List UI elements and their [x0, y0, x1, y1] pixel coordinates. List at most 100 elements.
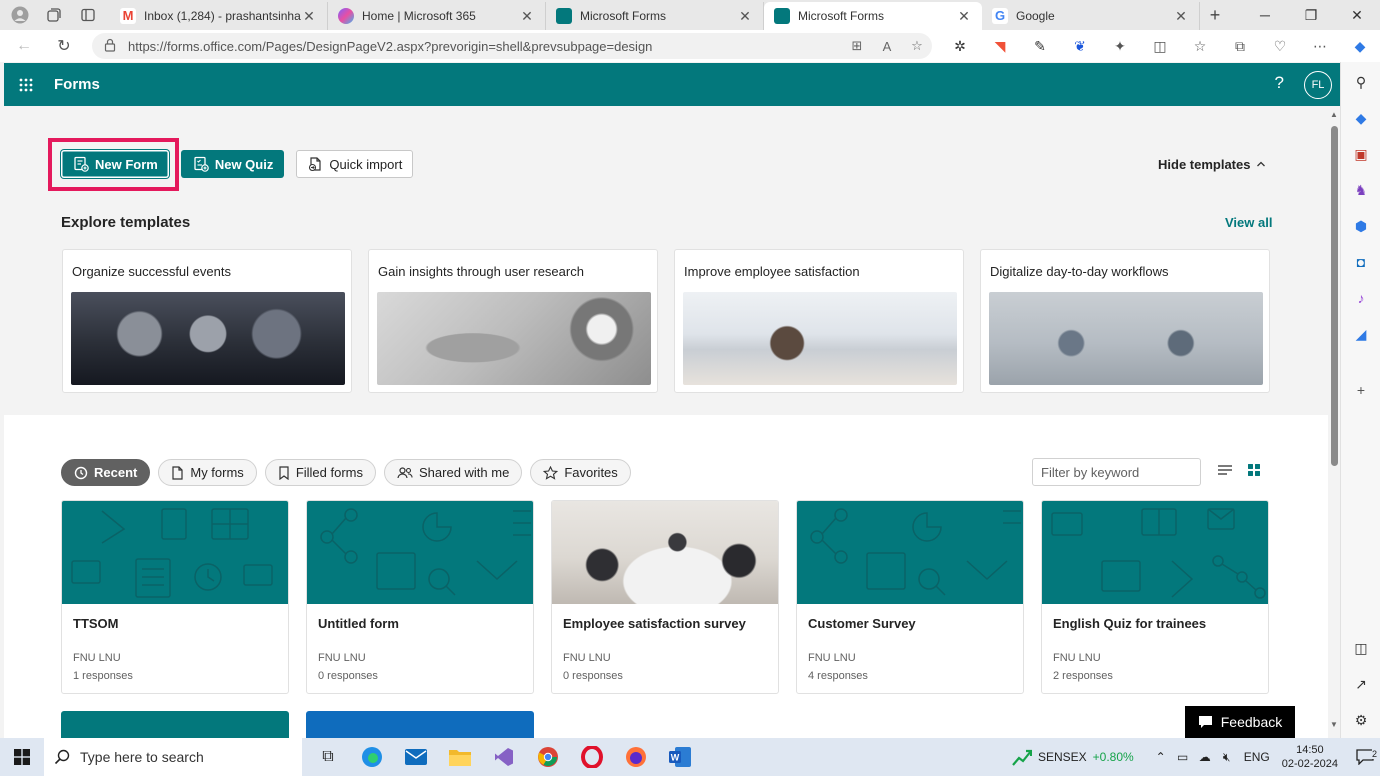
feedback-button[interactable]: Feedback: [1185, 706, 1295, 738]
copilot-icon[interactable]: ◆: [1340, 32, 1380, 60]
tab-recent[interactable]: Recent: [61, 459, 151, 486]
form-card[interactable]: English Quiz for trainees FNU LNU 2 resp…: [1041, 500, 1269, 694]
windows-start-icon[interactable]: [0, 749, 44, 765]
designer-icon[interactable]: ♪: [1351, 288, 1371, 308]
tab-filled-forms[interactable]: Filled forms: [264, 459, 376, 486]
form-card-partial-blue[interactable]: [306, 711, 534, 738]
minimize-icon[interactable]: ─: [1242, 0, 1288, 30]
clock[interactable]: 14:50 02-02-2024: [1282, 743, 1338, 771]
refresh-icon[interactable]: ↻: [48, 30, 80, 62]
page-scrollbar[interactable]: ▲ ▼: [1328, 106, 1340, 738]
read-aloud-icon[interactable]: A: [872, 39, 902, 54]
battery-icon[interactable]: ▭: [1172, 750, 1194, 764]
profile-icon[interactable]: [10, 5, 30, 25]
restore-icon[interactable]: ❐: [1288, 0, 1334, 30]
extension-pen-icon[interactable]: ✎: [1020, 32, 1060, 60]
extension-bug-icon[interactable]: ✲: [940, 32, 980, 60]
app-name[interactable]: Forms: [54, 76, 100, 93]
games-icon[interactable]: ♞: [1351, 180, 1371, 200]
chevron-up-icon[interactable]: ⌃: [1150, 750, 1172, 764]
extension-swift-icon[interactable]: ◥: [980, 32, 1020, 60]
grid-view-icon[interactable]: [1247, 463, 1261, 480]
app-available-icon[interactable]: ⊞: [842, 38, 872, 54]
close-tab-icon[interactable]: ✕: [737, 8, 753, 25]
new-quiz-icon: [194, 156, 209, 172]
shopping-icon[interactable]: ◆: [1351, 108, 1371, 128]
browser-essentials-icon[interactable]: ♡: [1260, 32, 1300, 60]
back-icon[interactable]: ←: [8, 30, 40, 62]
template-card-employee[interactable]: Improve employee satisfaction: [674, 249, 964, 393]
extension-feather-icon[interactable]: ❦: [1060, 32, 1100, 60]
drop-icon[interactable]: ◢: [1351, 324, 1371, 344]
form-card-partial-teal[interactable]: [61, 711, 289, 738]
form-card[interactable]: Untitled form FNU LNU 0 responses: [306, 500, 534, 694]
network-icon[interactable]: ☁: [1194, 750, 1216, 764]
tab-actions-icon[interactable]: [78, 5, 98, 25]
scrollbar-thumb[interactable]: [1331, 126, 1338, 466]
favorites-icon[interactable]: ☆: [1180, 32, 1220, 60]
firefox-icon[interactable]: [614, 738, 658, 776]
scroll-up-icon[interactable]: ▲: [1330, 110, 1338, 119]
view-all-link[interactable]: View all: [1225, 215, 1272, 230]
outlook-icon[interactable]: ◘: [1351, 252, 1371, 272]
mail-icon[interactable]: [394, 738, 438, 776]
browser-tab-forms-active[interactable]: Microsoft Forms ✕: [764, 2, 982, 30]
avatar[interactable]: FL: [1304, 71, 1332, 99]
close-tab-icon[interactable]: ✕: [301, 8, 317, 25]
close-tab-icon[interactable]: ✕: [519, 8, 535, 25]
stock-widget[interactable]: SENSEX +0.80%: [1012, 748, 1134, 766]
tab-my-forms[interactable]: My forms: [158, 459, 257, 486]
help-icon[interactable]: ?: [1275, 73, 1284, 93]
tools-icon[interactable]: ▣: [1351, 144, 1371, 164]
tab-favorites[interactable]: Favorites: [530, 459, 631, 486]
search-icon[interactable]: ⚲: [1351, 72, 1371, 92]
split-screen-icon[interactable]: ◫: [1140, 32, 1180, 60]
close-tab-icon[interactable]: ✕: [956, 8, 972, 25]
form-card[interactable]: Customer Survey FNU LNU 4 responses: [796, 500, 1024, 694]
url-field[interactable]: https://forms.office.com/Pages/DesignPag…: [92, 33, 932, 59]
lock-icon[interactable]: [104, 38, 118, 55]
sidebar-layout-icon[interactable]: ◫: [1351, 638, 1371, 658]
browser-tab-forms[interactable]: Microsoft Forms ✕: [546, 2, 764, 30]
file-explorer-icon[interactable]: [438, 738, 482, 776]
browser-tab-m365[interactable]: Home | Microsoft 365 ✕: [328, 2, 546, 30]
chrome-icon[interactable]: [526, 738, 570, 776]
hide-templates-button[interactable]: Hide templates: [1158, 157, 1266, 172]
browser-tab-gmail[interactable]: M Inbox (1,284) - prashantsinha270 ✕: [110, 2, 328, 30]
template-card-workflows[interactable]: Digitalize day-to-day workflows: [980, 249, 1270, 393]
template-card-research[interactable]: Gain insights through user research: [368, 249, 658, 393]
m365-sidebar-icon[interactable]: ⬢: [1351, 216, 1371, 236]
visual-studio-icon[interactable]: [482, 738, 526, 776]
browser-tab-google[interactable]: G Google ✕: [982, 2, 1200, 30]
collections-icon[interactable]: ⧉: [1220, 32, 1260, 60]
volume-muted-icon[interactable]: 🔇︎: [1216, 750, 1238, 765]
close-tab-icon[interactable]: ✕: [1173, 8, 1189, 25]
scroll-down-icon[interactable]: ▼: [1330, 720, 1338, 729]
favorite-star-icon[interactable]: ☆: [902, 38, 932, 54]
language-indicator[interactable]: ENG: [1244, 750, 1270, 764]
new-quiz-button[interactable]: New Quiz: [180, 150, 285, 178]
external-link-icon[interactable]: ↗: [1351, 674, 1371, 694]
form-card[interactable]: Employee satisfaction survey FNU LNU 0 r…: [551, 500, 779, 694]
tab-shared-with-me[interactable]: Shared with me: [384, 459, 523, 486]
app-launcher-icon[interactable]: [4, 78, 48, 92]
quick-import-button[interactable]: Quick import: [296, 150, 414, 178]
notifications-icon[interactable]: 2: [1350, 749, 1380, 765]
new-form-button[interactable]: New Form: [61, 150, 169, 178]
template-card-events[interactable]: Organize successful events: [62, 249, 352, 393]
list-view-icon[interactable]: [1217, 463, 1233, 480]
add-sidebar-icon[interactable]: +: [1351, 380, 1371, 400]
new-tab-icon[interactable]: +: [1200, 5, 1230, 26]
filter-keyword-input[interactable]: [1032, 458, 1201, 486]
settings-gear-icon[interactable]: ⚙: [1351, 710, 1371, 730]
workspaces-icon[interactable]: [44, 5, 64, 25]
task-view-icon[interactable]: ⧉: [306, 738, 350, 776]
edge-icon[interactable]: [350, 738, 394, 776]
extensions-icon[interactable]: ✦: [1100, 32, 1140, 60]
more-menu-icon[interactable]: ⋯: [1300, 32, 1340, 60]
form-card[interactable]: TTSOM FNU LNU 1 responses: [61, 500, 289, 694]
word-icon[interactable]: W: [658, 738, 702, 776]
taskbar-search[interactable]: Type here to search: [44, 738, 302, 776]
opera-icon[interactable]: [570, 738, 614, 776]
close-window-icon[interactable]: ✕: [1334, 0, 1380, 30]
